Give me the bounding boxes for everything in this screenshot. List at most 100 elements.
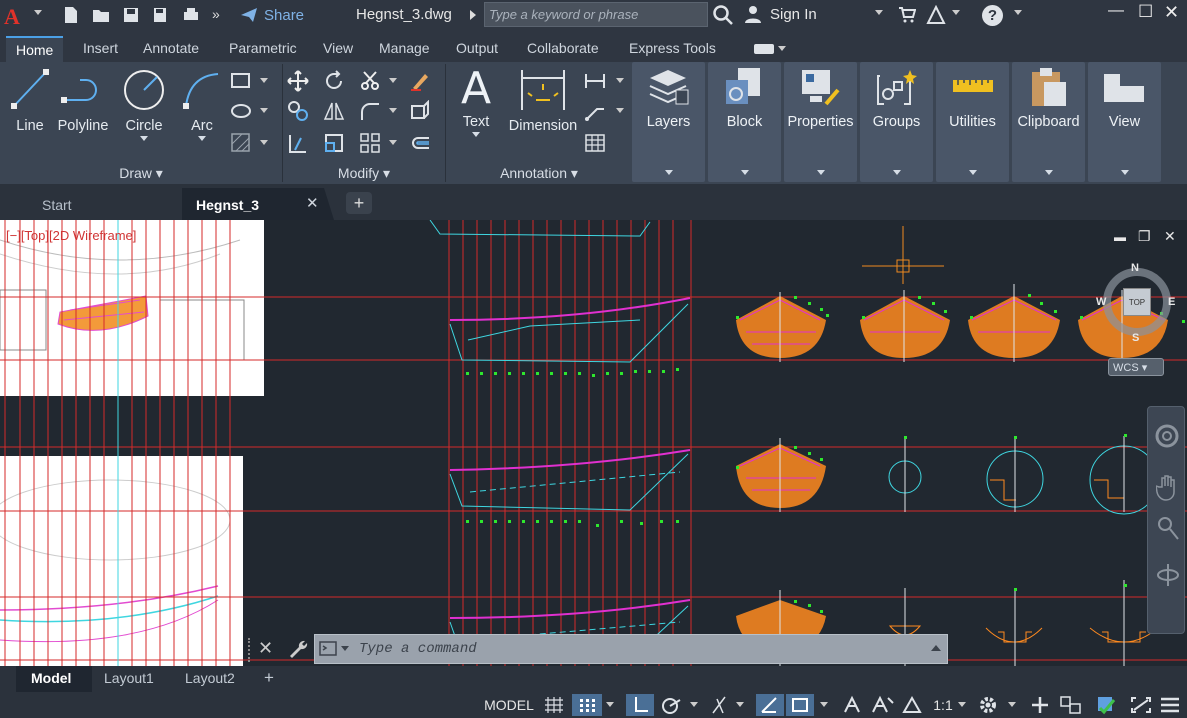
chevron-down-icon[interactable] [690,702,698,707]
chevron-down-icon[interactable] [816,170,825,175]
chevron-down-icon[interactable] [1120,170,1129,175]
chevron-down-icon[interactable] [140,136,148,141]
annotation-panel-title[interactable]: Annotation ▾ [446,165,632,182]
command-input[interactable]: Type a command [314,634,948,664]
ellipse-icon[interactable] [230,100,252,122]
groups-panel[interactable]: Groups [860,62,933,182]
linear-dimension-icon[interactable] [584,70,606,92]
annotation-scale-icon[interactable] [900,694,926,716]
tab-layout1[interactable]: Layout1 [104,670,154,686]
chevron-down-icon[interactable] [616,78,624,83]
chevron-down-icon[interactable] [736,702,744,707]
minimize-window-button[interactable]: — [1108,2,1124,20]
workspace-gear-icon[interactable] [976,694,1000,716]
chevron-down-icon[interactable] [616,108,624,113]
chevron-down-icon[interactable] [952,10,960,15]
ortho-icon[interactable] [626,694,654,716]
annotation-monitor-icon[interactable] [1028,694,1052,716]
tab-manage[interactable]: Manage [379,40,430,56]
chevron-down-icon[interactable] [778,46,786,51]
tab-layout2[interactable]: Layout2 [185,670,235,686]
isodraft-icon[interactable] [708,694,730,716]
hatch-icon[interactable] [230,132,252,154]
open-folder-icon[interactable] [92,6,110,24]
share-button[interactable]: Share [240,4,304,26]
help-button[interactable]: ? [982,5,1003,26]
text-tool[interactable]: A Text [456,64,496,137]
model-space-button[interactable]: MODEL [480,694,538,716]
chevron-down-icon[interactable] [740,170,749,175]
new-file-icon[interactable] [62,6,80,24]
draw-panel-title[interactable]: Draw ▾ [0,165,282,182]
grid-icon[interactable] [542,694,566,716]
table-icon[interactable] [584,132,606,154]
viewport-minimize-button[interactable]: ▬ [1114,230,1126,244]
viewcube[interactable]: N S E W TOP [1096,262,1176,344]
close-tab-icon[interactable]: ✕ [306,194,319,212]
save-icon[interactable] [122,6,140,24]
app-menu-button[interactable]: A [4,4,30,29]
snap-icon[interactable] [572,694,602,716]
annotation-scale-value[interactable]: 1:1 [930,694,956,716]
add-layout-button[interactable]: + [264,668,274,688]
tab-view[interactable]: View [323,40,353,56]
stretch-icon[interactable] [287,132,309,154]
command-grip[interactable] [248,638,258,662]
properties-panel[interactable]: Properties [784,62,857,182]
rectangle-icon[interactable] [230,70,252,92]
steering-wheel-icon[interactable] [1154,423,1180,449]
viewport-label[interactable]: [−][Top][2D Wireframe] [6,228,136,243]
chevron-down-icon[interactable] [472,132,480,137]
maximize-window-button[interactable]: ☐ [1138,2,1153,22]
autodesk-app-icon[interactable] [926,5,946,25]
wcs-dropdown[interactable]: WCS ▾ [1108,358,1164,376]
tab-model[interactable]: Model [31,670,71,686]
object-snap-tracking-icon[interactable] [756,694,784,716]
chevron-down-icon[interactable] [1044,170,1053,175]
drawing-geometry[interactable] [0,220,1187,666]
drawing-canvas[interactable]: [−][Top][2D Wireframe] ▬ ❐ ✕ N S E W TOP… [0,220,1187,666]
chevron-down-icon[interactable] [389,108,397,113]
more-tools-icon[interactable]: » [212,6,220,22]
erase-icon[interactable] [409,70,431,92]
view-panel[interactable]: View [1088,62,1161,182]
chevron-down-icon[interactable] [664,170,673,175]
chevron-down-icon[interactable] [389,140,397,145]
chevron-down-icon[interactable] [198,136,206,141]
array-icon[interactable] [359,132,381,154]
close-window-button[interactable]: ✕ [1164,2,1179,23]
chevron-down-icon[interactable] [1014,10,1022,15]
close-command-line-icon[interactable]: ✕ [258,638,273,659]
tab-express-tools[interactable]: Express Tools [629,40,716,56]
tab-start[interactable]: Start [28,188,86,220]
arc-tool[interactable]: Arc [180,66,224,141]
fullscreen-icon[interactable] [1128,694,1154,716]
utilities-panel[interactable]: Utilities [936,62,1009,182]
chevron-down-icon[interactable] [606,702,614,707]
isolate-objects-icon[interactable] [1092,694,1120,716]
tab-annotate[interactable]: Annotate [143,40,199,56]
search-icon[interactable] [712,4,734,26]
customize-wrench-icon[interactable] [286,638,308,660]
customization-menu-icon[interactable] [1158,694,1182,716]
orbit-icon[interactable] [1156,561,1180,589]
new-tab-button[interactable]: + [346,192,372,214]
save-as-icon[interactable] [152,6,170,24]
modify-panel-title[interactable]: Modify ▾ [283,165,445,182]
tab-collaborate[interactable]: Collaborate [527,40,599,56]
annotation-visibility-icon[interactable] [842,694,868,716]
compass-north[interactable]: N [1131,262,1139,274]
viewport-close-button[interactable]: ✕ [1164,228,1176,245]
line-tool[interactable]: Line [8,66,52,134]
cart-icon[interactable] [898,7,916,23]
scale-icon[interactable] [323,132,345,154]
zoom-extents-icon[interactable] [1156,515,1180,543]
chevron-down-icon[interactable] [260,78,268,83]
command-history-icon[interactable] [931,645,941,651]
search-input[interactable]: Type a keyword or phrase [484,2,708,27]
tab-output[interactable]: Output [456,40,498,56]
fillet-icon[interactable] [359,100,381,122]
compass-west[interactable]: W [1096,296,1106,308]
chevron-down-icon[interactable] [260,108,268,113]
copy-icon[interactable] [287,100,309,122]
